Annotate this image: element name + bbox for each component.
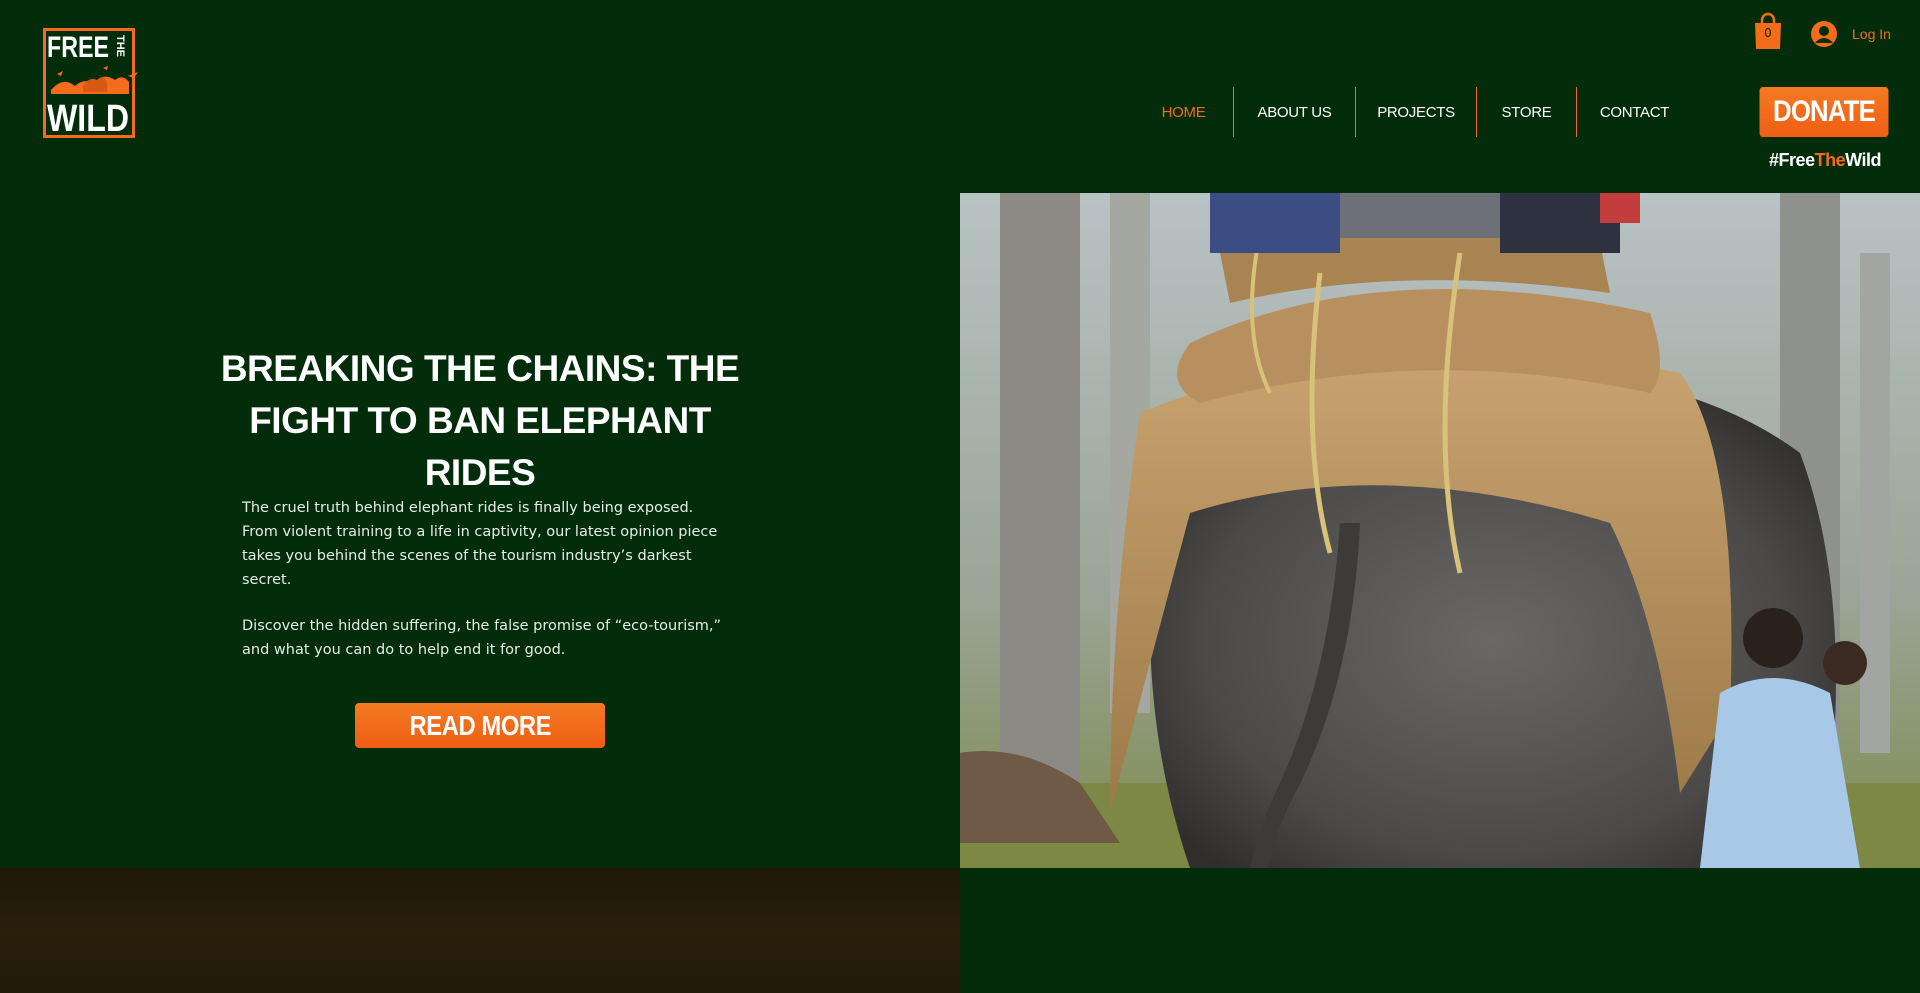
cart-count: 0 — [1764, 26, 1772, 40]
next-section-image-strip — [0, 868, 960, 993]
login-label: Log In — [1852, 26, 1891, 42]
svg-text:THE: THE — [114, 35, 126, 57]
read-more-button[interactable]: READ MORE — [355, 703, 605, 748]
hero-paragraph-1: The cruel truth behind elephant rides is… — [242, 500, 718, 588]
hashtag-accent: The — [1814, 150, 1846, 170]
logo-mark: FREE THE WILD — [43, 28, 138, 138]
read-more-label: READ MORE — [409, 709, 551, 741]
free-the-wild-logo[interactable]: FREE THE WILD — [43, 28, 147, 138]
donate-button[interactable]: DONATE — [1759, 87, 1889, 137]
shopping-cart-button[interactable]: 0 — [1752, 12, 1784, 50]
hashtag-label: #FreeTheWild — [1760, 150, 1890, 171]
svg-text:FREE: FREE — [47, 31, 109, 64]
main-nav: HOME ABOUT US PROJECTS STORE CONTACT — [1134, 87, 1692, 137]
nav-item-home[interactable]: HOME — [1134, 87, 1233, 137]
hashtag-suffix: Wild — [1845, 150, 1881, 170]
hashtag-prefix: #Free — [1769, 150, 1815, 170]
hero-title: BREAKING THE CHAINS: THE FIGHT TO BAN EL… — [220, 348, 740, 493]
page: FREE THE WILD 0 Log In HOME ABOUT US PRO… — [0, 0, 1920, 993]
user-avatar-icon — [1811, 21, 1837, 47]
svg-text:WILD: WILD — [47, 98, 129, 138]
nav-item-store[interactable]: STORE — [1476, 87, 1576, 137]
hero-paragraph-2: Discover the hidden suffering, the false… — [242, 618, 722, 658]
elephant-ride-photo — [960, 193, 1920, 868]
login-button[interactable]: Log In — [1810, 19, 1891, 49]
nav-item-contact[interactable]: CONTACT — [1576, 87, 1692, 137]
hero-body: The cruel truth behind elephant rides is… — [242, 496, 722, 662]
nav-item-projects[interactable]: PROJECTS — [1355, 87, 1476, 137]
elephant-photo-illustration — [960, 193, 1920, 868]
nav-item-about-us[interactable]: ABOUT US — [1233, 87, 1355, 137]
